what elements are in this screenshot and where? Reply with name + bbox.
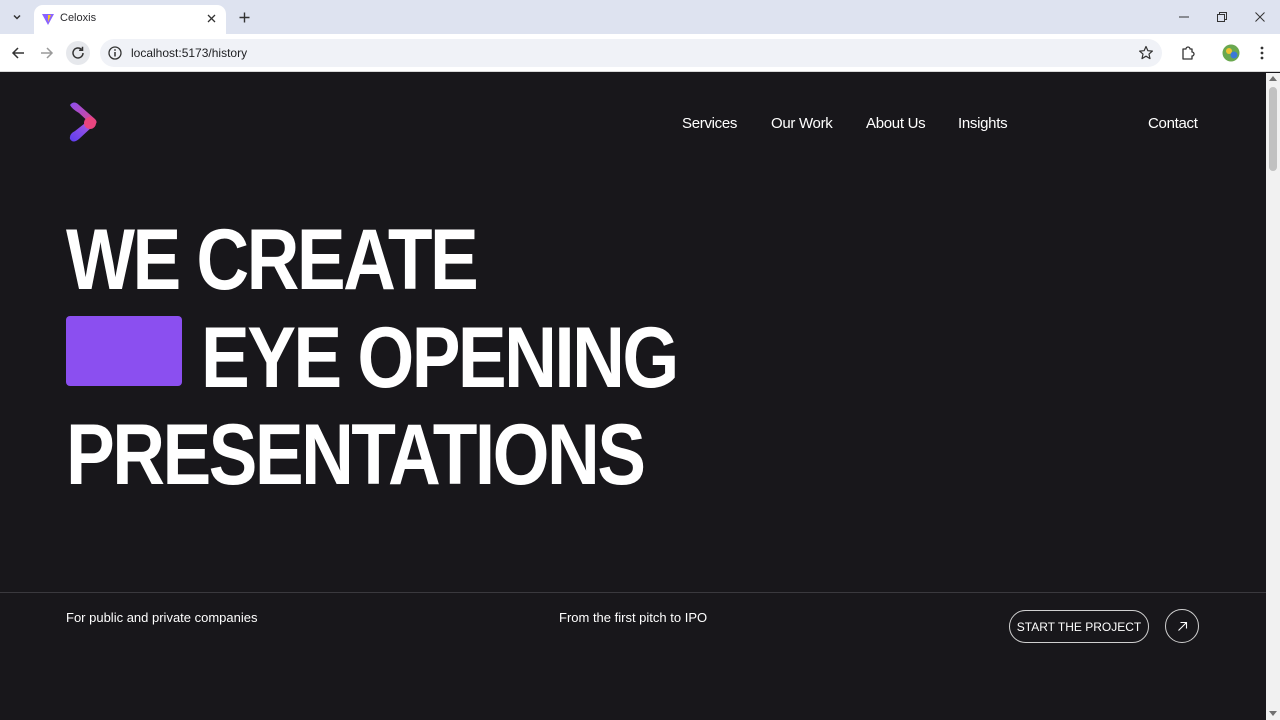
- puzzle-icon: [1182, 46, 1195, 60]
- hero-heading-line-3: PRESENTATIONS: [66, 407, 646, 503]
- nav-link-services[interactable]: Services: [682, 115, 737, 132]
- vite-logo-icon: [42, 14, 54, 25]
- nav-link-insights[interactable]: Insights: [958, 115, 1008, 132]
- scroll-thumb[interactable]: [1269, 87, 1277, 171]
- scroll-down-arrow[interactable]: [1269, 711, 1277, 716]
- brand-logo-icon[interactable]: [66, 101, 102, 145]
- scroll-up-arrow[interactable]: [1269, 76, 1277, 81]
- page-viewport: Services Our Work About Us Insights Cont…: [0, 73, 1266, 720]
- start-project-arrow-button[interactable]: [1165, 609, 1199, 643]
- tab-title: Celoxis: [60, 12, 97, 24]
- browser-tab-strip: Celoxis: [0, 0, 1280, 34]
- profile-button[interactable]: [1221, 43, 1241, 63]
- browser-toolbar: localhost:5173/history: [0, 34, 1280, 72]
- reload-icon: [72, 46, 84, 59]
- close-icon: [1255, 12, 1265, 22]
- star-icon[interactable]: [1138, 45, 1154, 61]
- page-scrollbar[interactable]: [1266, 73, 1280, 720]
- close-icon: [207, 14, 215, 22]
- browser-tab-active[interactable]: Celoxis: [34, 5, 226, 34]
- arrow-right-icon: [41, 47, 54, 59]
- avatar-icon: [1222, 44, 1240, 62]
- new-tab-button[interactable]: [234, 7, 254, 27]
- forward-button[interactable]: [35, 41, 59, 65]
- nav-link-contact[interactable]: Contact: [1148, 115, 1198, 132]
- extensions-button[interactable]: [1178, 43, 1198, 63]
- tab-search-button[interactable]: [6, 6, 28, 28]
- window-close-button[interactable]: [1246, 6, 1274, 28]
- back-button[interactable]: [6, 41, 30, 65]
- restore-icon: [1217, 12, 1227, 22]
- minimize-button[interactable]: [1170, 6, 1198, 28]
- nav-link-our-work[interactable]: Our Work: [771, 115, 833, 132]
- nav-link-about-us[interactable]: About Us: [866, 115, 926, 132]
- arrow-up-right-icon: [1177, 621, 1187, 631]
- kebab-icon: [1260, 46, 1264, 60]
- browser-menu-button[interactable]: [1252, 43, 1272, 63]
- url-text[interactable]: localhost:5173/history: [131, 46, 247, 60]
- reload-button[interactable]: [66, 41, 90, 65]
- start-project-button[interactable]: START THE PROJECT: [1009, 610, 1149, 643]
- tagline-scope: From the first pitch to IPO: [559, 610, 708, 625]
- tab-close-button[interactable]: [203, 10, 219, 26]
- minimize-icon: [1179, 16, 1189, 18]
- info-icon[interactable]: [108, 46, 122, 60]
- restore-button[interactable]: [1208, 6, 1236, 28]
- arrow-left-icon: [11, 47, 24, 59]
- plus-icon: [239, 12, 249, 22]
- address-bar[interactable]: localhost:5173/history: [100, 39, 1162, 67]
- tagline-audience: For public and private companies: [66, 610, 258, 625]
- chevron-down-icon: [13, 14, 21, 20]
- hero-heading-line-2: EYE OPENING: [201, 310, 679, 406]
- hero-accent-block: [66, 316, 182, 386]
- hero-heading-line-1: WE CREATE: [66, 212, 479, 308]
- section-divider: [0, 592, 1266, 593]
